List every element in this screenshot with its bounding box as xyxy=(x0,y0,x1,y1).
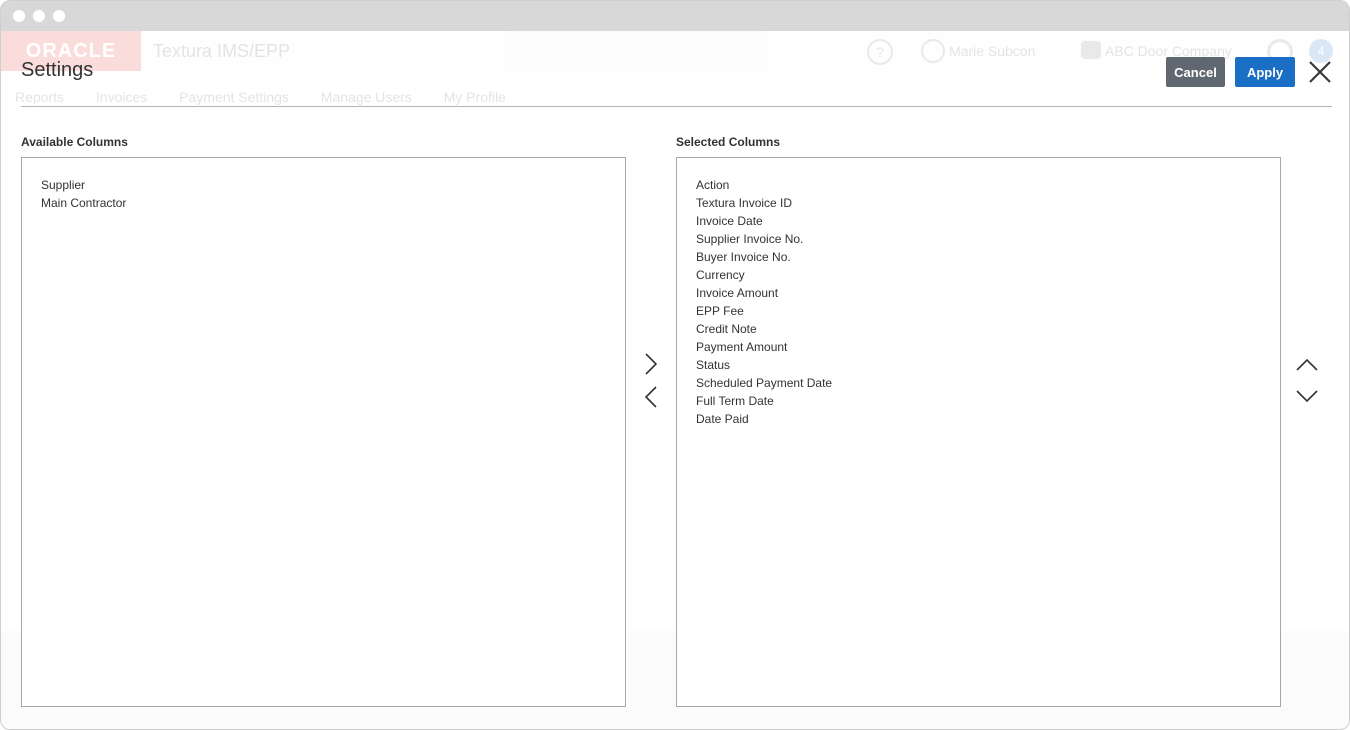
nav-reports: Reports xyxy=(15,89,65,105)
list-item[interactable]: Credit Note xyxy=(696,320,1280,338)
window-close-dot[interactable] xyxy=(13,10,25,22)
list-item[interactable]: Supplier xyxy=(41,176,625,194)
nav-manage-users: Manage Users xyxy=(320,89,412,105)
chevron-down-icon[interactable] xyxy=(1295,386,1319,406)
nav-invoices: Invoices xyxy=(95,89,148,105)
list-item[interactable]: EPP Fee xyxy=(696,302,1280,320)
list-item[interactable]: Supplier Invoice No. xyxy=(696,230,1280,248)
header-divider xyxy=(21,106,1332,107)
available-columns-list[interactable]: Supplier Main Contractor xyxy=(21,157,626,707)
selected-columns-list[interactable]: Action Textura Invoice ID Invoice Date Supp… xyxy=(676,157,1281,707)
list-item[interactable]: Invoice Date xyxy=(696,212,1280,230)
list-item[interactable]: Full Term Date xyxy=(696,392,1280,410)
app-title: Textura IMS/EPP xyxy=(153,41,291,61)
selected-columns-label: Selected Columns xyxy=(676,135,781,149)
list-item[interactable]: Action xyxy=(696,176,1280,194)
company-icon xyxy=(1081,41,1101,59)
chevron-right-icon[interactable] xyxy=(641,352,661,376)
list-item[interactable]: Payment Amount xyxy=(696,338,1280,356)
list-item[interactable]: Currency xyxy=(696,266,1280,284)
list-item[interactable]: Scheduled Payment Date xyxy=(696,374,1280,392)
close-icon[interactable] xyxy=(1307,59,1333,85)
list-item[interactable]: Date Paid xyxy=(696,410,1280,428)
browser-window: ORACLE Textura IMS/EPP ? Marie Subcon AB… xyxy=(0,0,1350,730)
nav-payment-settings: Payment Settings xyxy=(179,89,289,105)
list-item[interactable]: Textura Invoice ID xyxy=(696,194,1280,212)
dialog-title: Settings xyxy=(21,59,94,81)
background-nav: Reports Invoices Payment Settings Manage… xyxy=(15,89,534,105)
cancel-button[interactable]: Cancel xyxy=(1166,57,1225,87)
user-menu: Marie Subcon xyxy=(949,43,1036,59)
background-header xyxy=(1,31,1349,71)
chevron-up-icon[interactable] xyxy=(1295,355,1319,375)
nav-my-profile: My Profile xyxy=(443,89,506,105)
list-item[interactable]: Main Contractor xyxy=(41,194,625,212)
chevron-left-icon[interactable] xyxy=(641,385,661,409)
available-columns-label: Available Columns xyxy=(21,135,128,149)
apply-button[interactable]: Apply xyxy=(1235,57,1295,87)
window-maximize-dot[interactable] xyxy=(53,10,65,22)
user-icon xyxy=(921,39,945,63)
list-item[interactable]: Buyer Invoice No. xyxy=(696,248,1280,266)
list-item[interactable]: Invoice Amount xyxy=(696,284,1280,302)
list-item[interactable]: Status xyxy=(696,356,1280,374)
window-minimize-dot[interactable] xyxy=(33,10,45,22)
help-icon: ? xyxy=(867,39,893,65)
window-titlebar xyxy=(1,1,1349,31)
